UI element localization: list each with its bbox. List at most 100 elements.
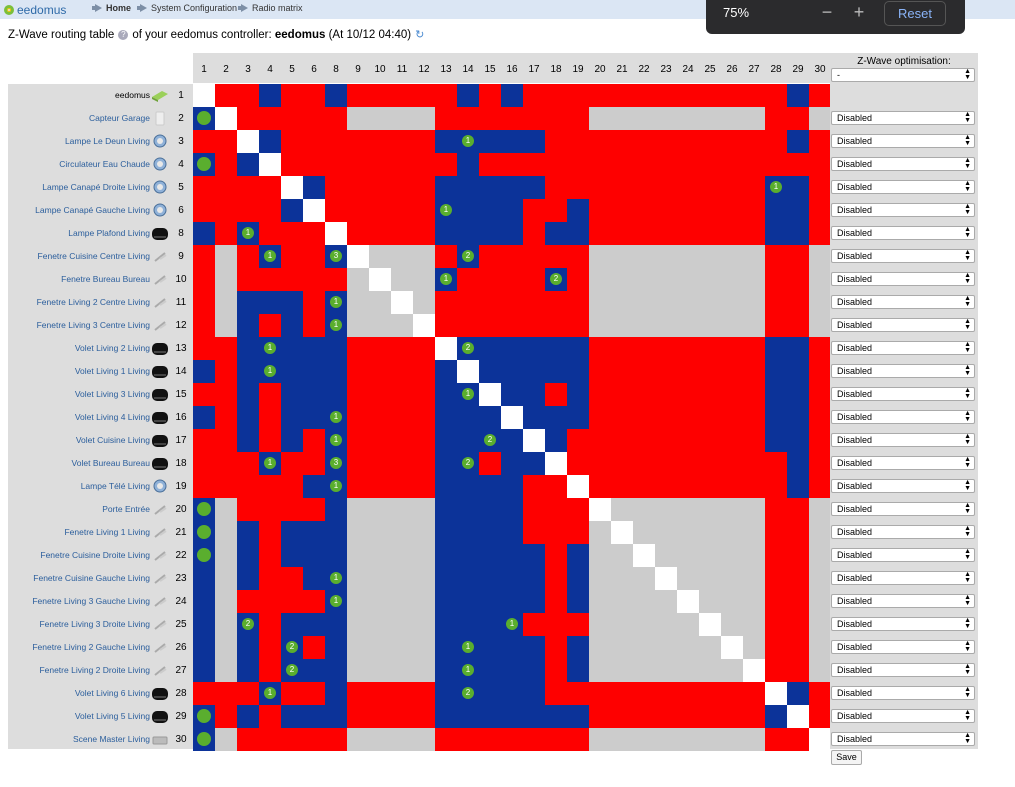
matrix-cell [369, 222, 391, 245]
optimisation-select[interactable]: Disabled ▲ ▼ [831, 640, 975, 654]
device-name[interactable]: Fenetre Living 2 Gauche Living [32, 636, 150, 659]
device-name[interactable]: Volet Bureau Bureau [72, 452, 150, 475]
optimisation-select[interactable]: Disabled ▲ ▼ [831, 111, 975, 125]
refresh-icon[interactable]: ↻ [415, 28, 424, 41]
breadcrumb-home[interactable]: Home [92, 3, 131, 13]
device-name[interactable]: Lampe Plafond Living [68, 222, 150, 245]
save-button[interactable]: Save [831, 750, 862, 765]
optimisation-select[interactable]: Disabled ▲ ▼ [831, 364, 975, 378]
optimisation-select[interactable]: Disabled ▲ ▼ [831, 134, 975, 148]
matrix-cell [391, 429, 413, 452]
optimisation-select[interactable]: Disabled ▲ ▼ [831, 594, 975, 608]
device-name[interactable]: Fenetre Living 1 Living [64, 521, 150, 544]
optimisation-select[interactable]: Disabled ▲ ▼ [831, 180, 975, 194]
device-name[interactable]: Fenetre Living 2 Droite Living [39, 659, 150, 682]
device-name[interactable]: Lampe Canapé Droite Living [42, 176, 150, 199]
breadcrumb-system-configuration[interactable]: System Configuration [137, 3, 237, 13]
matrix-cell [347, 268, 369, 291]
optimisation-select[interactable]: Disabled ▲ ▼ [831, 341, 975, 355]
matrix-cell [567, 84, 589, 107]
matrix-cell: 1 [325, 314, 347, 337]
optimisation-select[interactable]: Disabled ▲ ▼ [831, 387, 975, 401]
matrix-cell [743, 383, 765, 406]
device-name[interactable]: Scene Master Living [73, 728, 150, 751]
matrix-cell [523, 153, 545, 176]
matrix-cell [325, 498, 347, 521]
device-name[interactable]: Volet Living 5 Living [75, 705, 150, 728]
device-name[interactable]: Fenetre Cuisine Gauche Living [33, 567, 150, 590]
matrix-cell [589, 360, 611, 383]
matrix-cell [677, 659, 699, 682]
matrix-cell [303, 383, 325, 406]
breadcrumb-radio-matrix[interactable]: Radio matrix [238, 3, 303, 13]
optimisation-select[interactable]: Disabled ▲ ▼ [831, 456, 975, 470]
bulb-icon [152, 180, 168, 195]
optimisation-select[interactable]: Disabled ▲ ▼ [831, 410, 975, 424]
optimisation-select[interactable]: Disabled ▲ ▼ [831, 732, 975, 746]
matrix-cell [259, 659, 281, 682]
select-arrows-icon: ▲ ▼ [964, 525, 971, 538]
device-name[interactable]: Lampe Télé Living [81, 475, 150, 498]
matrix-cell [347, 383, 369, 406]
zoom-out-button[interactable]: − [818, 2, 836, 23]
device-name[interactable]: Capteur Garage [89, 107, 150, 130]
matrix-cell [633, 636, 655, 659]
optimisation-select[interactable]: Disabled ▲ ▼ [831, 272, 975, 286]
device-name[interactable]: Fenetre Living 2 Centre Living [37, 291, 150, 314]
matrix-cell [369, 314, 391, 337]
optimisation-select[interactable]: Disabled ▲ ▼ [831, 571, 975, 585]
optimisation-select[interactable]: Disabled ▲ ▼ [831, 548, 975, 562]
optimisation-value: Disabled [837, 136, 873, 146]
matrix-cell [787, 314, 809, 337]
device-id: 28 [175, 688, 187, 699]
device-name[interactable]: Volet Living 2 Living [75, 337, 150, 360]
device-name[interactable]: Circulateur Eau Chaude [59, 153, 150, 176]
device-name[interactable]: Volet Living 3 Living [75, 383, 150, 406]
route-hop-badge: 1 [264, 342, 276, 354]
zoom-reset-button[interactable]: Reset [884, 1, 946, 26]
device-name[interactable]: Porte Entrée [102, 498, 150, 521]
optimisation-select[interactable]: Disabled ▲ ▼ [831, 479, 975, 493]
device-name[interactable]: Fenetre Living 3 Gauche Living [32, 590, 150, 613]
device-name[interactable]: Fenetre Cuisine Centre Living [38, 245, 150, 268]
matrix-cell [259, 107, 281, 130]
matrix-cell [765, 360, 787, 383]
optimisation-select[interactable]: Disabled ▲ ▼ [831, 617, 975, 631]
matrix-cell [413, 452, 435, 475]
eedomus-logo[interactable]: eedomus [4, 1, 66, 18]
zoom-in-button[interactable]: + [850, 2, 868, 23]
matrix-cell [765, 291, 787, 314]
optimisation-select[interactable]: Disabled ▲ ▼ [831, 663, 975, 677]
optimisation-global-select[interactable]: - ▲ ▼ [831, 68, 975, 82]
route-hop-badge: 1 [264, 457, 276, 469]
device-name[interactable]: Volet Living 4 Living [75, 406, 150, 429]
optimisation-select[interactable]: Disabled ▲ ▼ [831, 318, 975, 332]
device-name[interactable]: Lampe Le Deun Living [65, 130, 150, 153]
device-name[interactable]: Lampe Canapé Gauche Living [35, 199, 150, 222]
device-name[interactable]: Volet Living 6 Living [75, 682, 150, 705]
optimisation-select[interactable]: Disabled ▲ ▼ [831, 295, 975, 309]
matrix-cell [787, 590, 809, 613]
matrix-cell [303, 199, 325, 222]
optimisation-select[interactable]: Disabled ▲ ▼ [831, 157, 975, 171]
matrix-cell [787, 337, 809, 360]
optimisation-select[interactable]: Disabled ▲ ▼ [831, 433, 975, 447]
optimisation-select[interactable]: Disabled ▲ ▼ [831, 686, 975, 700]
matrix-cell [435, 544, 457, 567]
optimisation-select[interactable]: Disabled ▲ ▼ [831, 249, 975, 263]
device-name[interactable]: Fenetre Living 3 Droite Living [39, 613, 150, 636]
device-name[interactable]: Fenetre Living 3 Centre Living [37, 314, 150, 337]
optimisation-select[interactable]: Disabled ▲ ▼ [831, 525, 975, 539]
select-arrows-icon: ▲ ▼ [964, 341, 971, 354]
matrix-cell [237, 544, 259, 567]
help-icon[interactable]: ? [118, 29, 129, 40]
optimisation-select[interactable]: Disabled ▲ ▼ [831, 203, 975, 217]
device-name[interactable]: Volet Cuisine Living [76, 429, 150, 452]
device-name[interactable]: Fenetre Cuisine Droite Living [40, 544, 150, 567]
optimisation-select[interactable]: Disabled ▲ ▼ [831, 226, 975, 240]
device-name[interactable]: Fenetre Bureau Bureau [61, 268, 150, 291]
matrix-cell [787, 659, 809, 682]
optimisation-select[interactable]: Disabled ▲ ▼ [831, 709, 975, 723]
device-name[interactable]: Volet Living 1 Living [75, 360, 150, 383]
optimisation-select[interactable]: Disabled ▲ ▼ [831, 502, 975, 516]
